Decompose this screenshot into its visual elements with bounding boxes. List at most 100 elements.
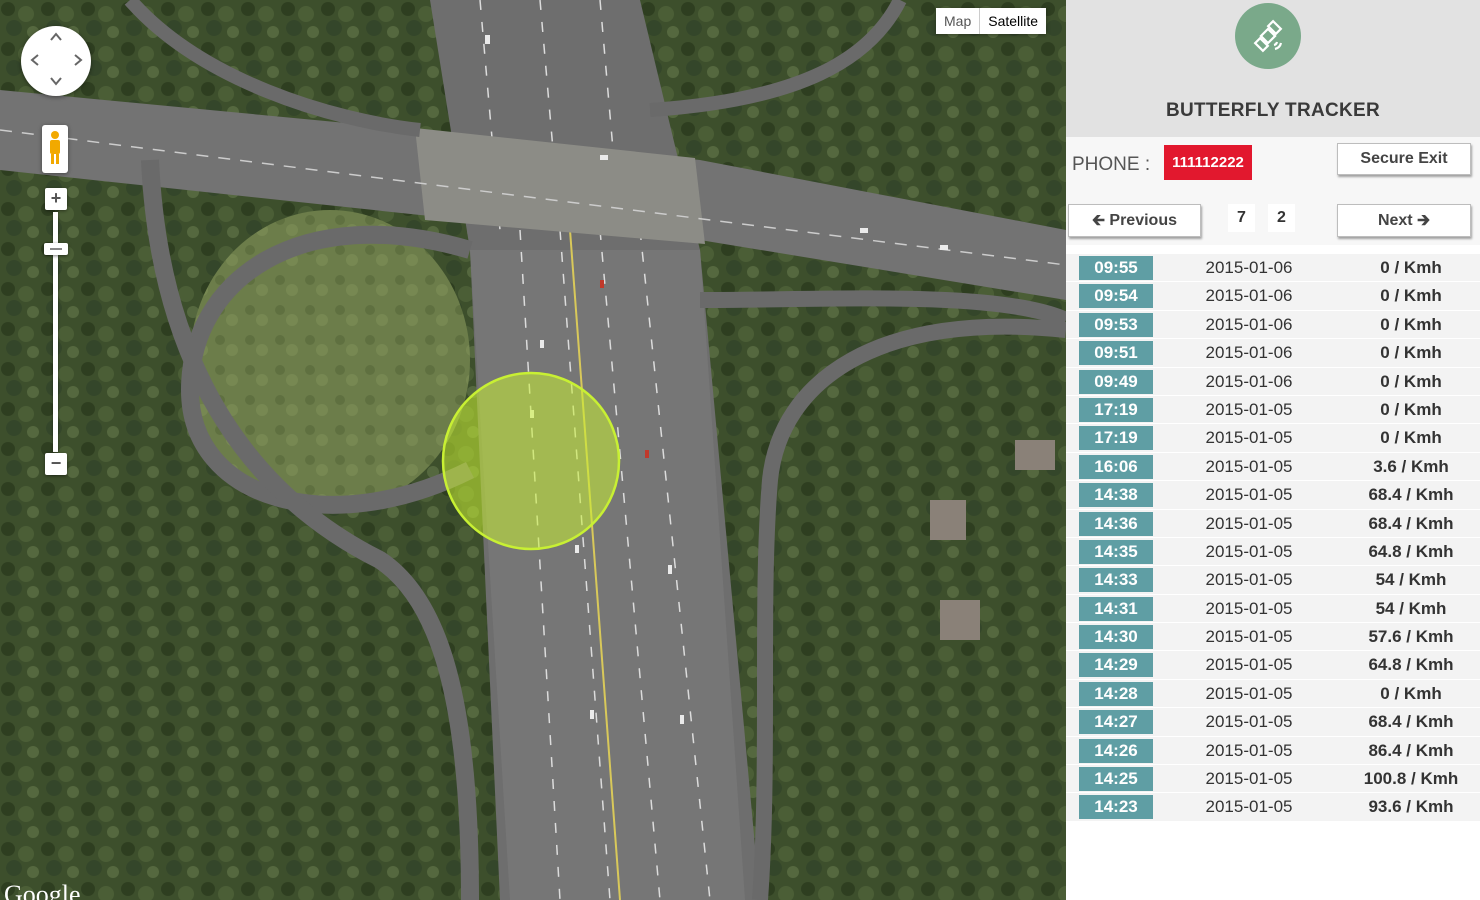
record-row[interactable]: 14:29 2015-01-05 64.8 / Kmh [1066, 651, 1480, 680]
record-speed: 68.4 / Kmh [1368, 485, 1454, 505]
record-row[interactable]: 09:49 2015-01-06 0 / Kmh [1066, 367, 1480, 396]
record-row[interactable]: 14:36 2015-01-05 68.4 / Kmh [1066, 509, 1480, 538]
chevron-up-icon[interactable] [49, 30, 63, 44]
zoom-in-button[interactable]: + [45, 188, 67, 210]
chevron-down-icon[interactable] [49, 74, 63, 88]
record-row[interactable]: 14:35 2015-01-05 64.8 / Kmh [1066, 537, 1480, 567]
record-time-badge[interactable]: 17:19 [1079, 397, 1153, 422]
phone-number-badge: 111112222 [1164, 145, 1252, 180]
tracker-panel: BUTTERFLY TRACKER PHONE : 111112222 Secu… [1066, 0, 1480, 900]
record-date: 2015-01-05 [1205, 513, 1293, 533]
record-time-badge[interactable]: 14:27 [1079, 710, 1153, 735]
pegman-icon[interactable] [42, 125, 68, 173]
record-speed: 64.8 / Kmh [1368, 541, 1454, 561]
record-date: 2015-01-06 [1205, 343, 1293, 363]
record-row[interactable]: 14:31 2015-01-05 54 / Kmh [1066, 594, 1480, 624]
record-speed: 68.4 / Kmh [1368, 712, 1454, 732]
satellite-icon [1235, 3, 1301, 69]
record-date: 2015-01-05 [1205, 485, 1293, 505]
record-speed: 0 / Kmh [1380, 314, 1442, 334]
record-date: 2015-01-05 [1205, 541, 1293, 561]
record-row[interactable]: 16:06 2015-01-05 3.6 / Kmh [1066, 452, 1480, 482]
phone-label: PHONE : [1072, 154, 1151, 175]
record-time-badge[interactable]: 14:28 [1079, 681, 1153, 706]
record-speed: 0 / Kmh [1380, 371, 1442, 391]
record-time-badge[interactable]: 14:30 [1079, 625, 1153, 650]
record-time-badge[interactable]: 17:19 [1079, 426, 1153, 451]
record-row[interactable]: 14:23 2015-01-05 93.6 / Kmh [1066, 793, 1480, 822]
record-row[interactable]: 09:55 2015-01-06 0 / Kmh [1066, 254, 1480, 283]
record-time-badge[interactable]: 14:31 [1079, 596, 1153, 621]
secure-exit-button[interactable]: Secure Exit [1337, 143, 1471, 175]
record-speed: 54 / Kmh [1375, 598, 1447, 618]
record-speed: 0 / Kmh [1380, 428, 1442, 448]
map-type-map-button[interactable]: Map [936, 8, 981, 34]
record-date: 2015-01-06 [1205, 371, 1293, 391]
panel-header: BUTTERFLY TRACKER [1066, 0, 1480, 137]
record-speed: 54 / Kmh [1375, 570, 1447, 590]
record-time-badge[interactable]: 14:36 [1079, 511, 1153, 536]
record-date: 2015-01-05 [1205, 712, 1293, 732]
record-date: 2015-01-06 [1205, 258, 1293, 277]
record-speed: 93.6 / Kmh [1368, 797, 1454, 817]
record-speed: 0 / Kmh [1380, 399, 1442, 419]
brand-title: BUTTERFLY TRACKER [1165, 100, 1381, 121]
next-button[interactable]: Next 🡲 [1337, 204, 1471, 237]
record-row[interactable]: 14:38 2015-01-05 68.4 / Kmh [1066, 481, 1480, 510]
record-time-badge[interactable]: 14:29 [1079, 653, 1153, 678]
record-row[interactable]: 14:33 2015-01-05 54 / Kmh [1066, 566, 1480, 595]
chevron-left-icon[interactable] [28, 53, 42, 67]
record-speed: 0 / Kmh [1380, 683, 1442, 703]
record-time-badge[interactable]: 16:06 [1079, 454, 1153, 479]
record-speed: 86.4 / Kmh [1368, 740, 1454, 760]
previous-label: Previous [1109, 212, 1177, 229]
record-time-badge[interactable]: 14:35 [1079, 539, 1153, 564]
record-time-badge[interactable]: 09:51 [1079, 341, 1153, 366]
record-date: 2015-01-05 [1205, 683, 1293, 703]
record-speed: 3.6 / Kmh [1373, 456, 1449, 476]
satellite-map[interactable]: + − Map Satellite Google [0, 0, 1066, 900]
record-speed: 0 / Kmh [1380, 286, 1442, 306]
record-row[interactable]: 09:54 2015-01-06 0 / Kmh [1066, 282, 1480, 311]
record-date: 2015-01-06 [1205, 314, 1293, 334]
record-time-badge[interactable]: 09:54 [1079, 284, 1153, 309]
record-date: 2015-01-05 [1205, 769, 1293, 789]
chevron-right-icon[interactable] [71, 53, 85, 67]
record-speed: 68.4 / Kmh [1368, 513, 1454, 533]
arrow-right-icon: 🡲 [1417, 212, 1431, 229]
record-time-badge[interactable]: 14:26 [1079, 738, 1153, 763]
record-date: 2015-01-05 [1205, 797, 1293, 817]
record-date: 2015-01-05 [1205, 598, 1293, 618]
record-row[interactable]: 14:28 2015-01-05 0 / Kmh [1066, 679, 1480, 709]
record-time-badge[interactable]: 09:49 [1079, 369, 1153, 394]
record-time-badge[interactable]: 14:38 [1079, 483, 1153, 508]
record-row[interactable]: 17:19 2015-01-05 0 / Kmh [1066, 424, 1480, 453]
pan-control[interactable] [21, 26, 91, 96]
record-row[interactable]: 09:51 2015-01-06 0 / Kmh [1066, 339, 1480, 368]
record-time-badge[interactable]: 14:25 [1079, 767, 1153, 792]
record-row[interactable]: 09:53 2015-01-06 0 / Kmh [1066, 310, 1480, 340]
map-type-satellite-button[interactable]: Satellite [980, 8, 1047, 34]
record-time-badge[interactable]: 09:55 [1079, 256, 1153, 280]
record-row[interactable]: 17:19 2015-01-05 0 / Kmh [1066, 395, 1480, 425]
app-root: + − Map Satellite Google BUTTERFLY TRACK… [0, 0, 1480, 900]
record-row[interactable]: 14:27 2015-01-05 68.4 / Kmh [1066, 708, 1480, 737]
map-type-control: Map Satellite [936, 8, 1047, 34]
google-attribution[interactable]: Google [4, 880, 81, 900]
page-indicator-total: 2 [1268, 204, 1295, 232]
zoom-slider-handle[interactable] [44, 243, 68, 255]
zoom-out-button[interactable]: − [45, 453, 67, 475]
record-date: 2015-01-05 [1205, 740, 1293, 760]
record-row[interactable]: 14:26 2015-01-05 86.4 / Kmh [1066, 736, 1480, 766]
record-time-badge[interactable]: 09:53 [1079, 312, 1153, 337]
record-date: 2015-01-05 [1205, 570, 1293, 590]
arrow-left-icon: 🡰 [1091, 212, 1105, 229]
record-time-badge[interactable]: 14:23 [1079, 795, 1153, 820]
previous-button[interactable]: 🡰 Previous [1068, 204, 1201, 237]
next-label: Next [1377, 212, 1413, 229]
record-row[interactable]: 14:30 2015-01-05 57.6 / Kmh [1066, 623, 1480, 652]
record-time-badge[interactable]: 14:33 [1079, 568, 1153, 593]
record-row[interactable]: 14:25 2015-01-05 100.8 / Kmh [1066, 765, 1480, 794]
record-speed: 64.8 / Kmh [1368, 655, 1454, 675]
satellite-imagery [0, 0, 1066, 900]
